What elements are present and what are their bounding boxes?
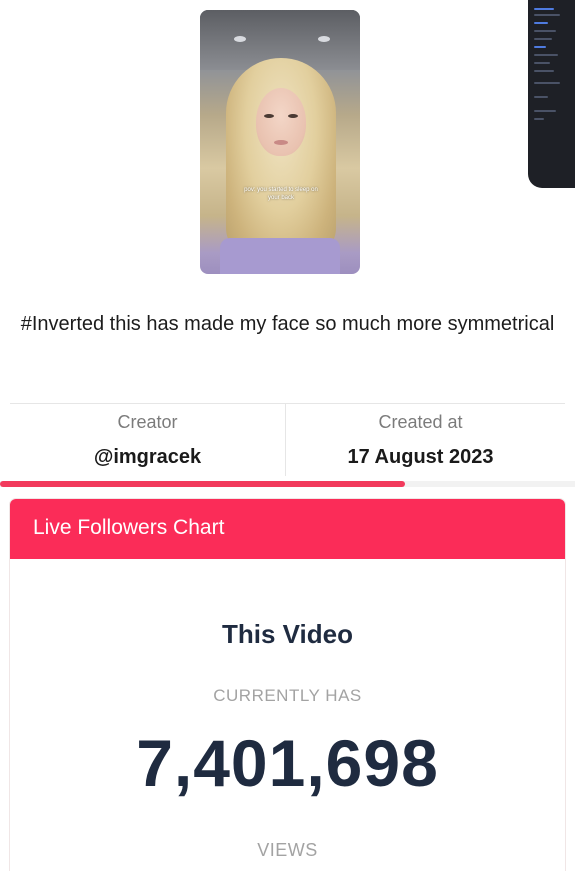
- thumbnail-lips: [274, 140, 288, 145]
- video-thumbnail[interactable]: pov: you started to sleep on your back: [200, 10, 360, 274]
- card-subject-title: This Video: [222, 619, 353, 649]
- views-label: VIEWS: [257, 840, 318, 860]
- progress-bar: [0, 481, 575, 487]
- card-header: Live Followers Chart: [10, 499, 565, 559]
- video-description: #Inverted this has made my face so much …: [20, 313, 555, 335]
- ceiling-lamp: [234, 36, 246, 42]
- currently-has-label: CURRENTLY HAS: [213, 686, 362, 705]
- card-header-title: Live Followers Chart: [33, 516, 225, 539]
- thumbnail-clothing: [220, 238, 340, 274]
- progress-bar-fill: [0, 481, 406, 487]
- thumbnail-eye: [264, 114, 274, 118]
- ceiling-lamp: [318, 36, 330, 42]
- live-followers-card: Live Followers Chart This Video CURRENTL…: [10, 499, 565, 871]
- creator-handle[interactable]: @imgracek: [10, 446, 285, 469]
- thumbnail-face: [256, 88, 306, 156]
- created-at-label: Created at: [378, 412, 463, 432]
- created-at-date: 17 August 2023: [347, 446, 494, 468]
- phone-preview: [528, 0, 575, 188]
- creator-label: Creator: [117, 412, 178, 432]
- info-divider: [10, 403, 565, 404]
- thumbnail-eye: [288, 114, 298, 118]
- views-count: 7,401,698: [136, 726, 439, 800]
- thumbnail-caption: pov: you started to sleep on your back: [244, 187, 318, 201]
